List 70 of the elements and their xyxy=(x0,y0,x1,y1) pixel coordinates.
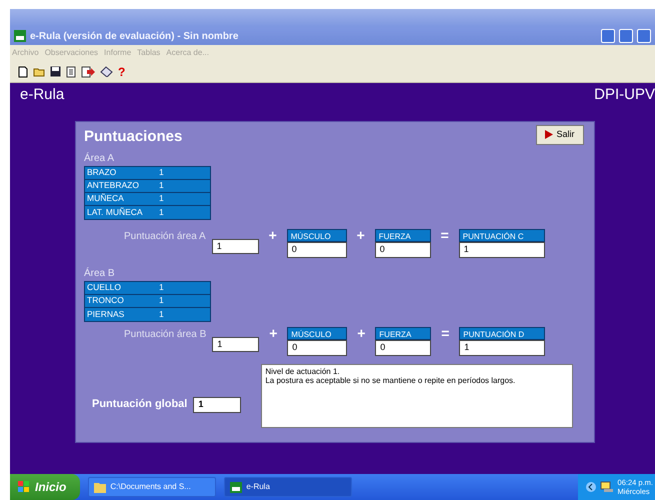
row-value: 1 xyxy=(159,179,164,192)
row-name: TRONCO xyxy=(87,294,125,307)
row-name: LAT. MUÑECA xyxy=(87,206,144,218)
taskbar-button[interactable]: e-Rula xyxy=(224,477,352,497)
field-header: FUERZA xyxy=(375,326,432,340)
row-value: 1 xyxy=(159,192,164,205)
start-button[interactable]: Inicio xyxy=(10,474,80,500)
value-field: 0 xyxy=(287,340,348,356)
menu-item[interactable]: Acerca de... xyxy=(166,47,209,59)
menu-item[interactable]: Tablas xyxy=(137,47,160,59)
area-label: Área B xyxy=(84,266,116,280)
open-folder-icon[interactable] xyxy=(33,66,45,76)
network-icon[interactable] xyxy=(600,481,614,493)
value-field: 0 xyxy=(375,340,432,356)
row-name: MUÑECA xyxy=(87,192,125,205)
menu-item[interactable]: Informe xyxy=(104,47,132,59)
message-line: La postura es aceptable si no se mantiene o repite en períodos largos. xyxy=(265,376,516,386)
score-field: 1 xyxy=(212,336,260,352)
field-header: PUNTUACIÓN C xyxy=(458,228,545,242)
operator: + xyxy=(268,324,278,342)
taskbar-button[interactable]: C:\Documents and S... xyxy=(88,477,216,497)
operator: + xyxy=(356,226,366,244)
field-header: PUNTUACIÓN D xyxy=(459,326,546,340)
global-score-field: 1 xyxy=(193,396,242,412)
score-label: Puntuación área A xyxy=(124,230,206,244)
app-name: e-Rula xyxy=(20,85,64,105)
row-value: 1 xyxy=(159,166,164,179)
row-value: 1 xyxy=(159,281,164,294)
minimize-button[interactable] xyxy=(601,29,615,43)
new-document-icon[interactable] xyxy=(18,66,28,78)
operator: + xyxy=(268,226,278,244)
row-value: 1 xyxy=(159,206,164,218)
organization-name: DPI-UPV xyxy=(594,85,655,105)
windows-logo-icon xyxy=(18,481,30,493)
global-score-label: Puntuación global xyxy=(92,397,188,412)
area-label: Área A xyxy=(84,151,116,166)
menu-item[interactable]: Archivo xyxy=(12,47,39,59)
field-header: MÚSCULO xyxy=(287,326,348,340)
play-icon xyxy=(545,130,554,139)
close-button[interactable] xyxy=(637,29,651,43)
value-field: 0 xyxy=(286,242,347,258)
operator: = xyxy=(440,324,450,342)
exit-button[interactable]: Salir xyxy=(536,124,584,144)
row-name: PIERNAS xyxy=(87,308,126,320)
operator: + xyxy=(356,324,366,342)
value-field: 0 xyxy=(374,242,431,258)
value-field: 1 xyxy=(459,340,546,356)
report-icon[interactable] xyxy=(66,66,76,78)
row-value: 1 xyxy=(159,294,164,307)
row-name: CUELLO xyxy=(87,281,122,294)
field-header: MÚSCULO xyxy=(286,228,347,242)
folder-icon xyxy=(94,482,106,492)
score-label: Puntuación área B xyxy=(124,328,206,342)
app-icon xyxy=(14,30,26,42)
operator: = xyxy=(440,226,450,244)
window-title: e-Rula (versión de evaluación) - Sin nombre xyxy=(30,30,238,44)
row-value: 1 xyxy=(159,308,164,320)
score-field: 1 xyxy=(212,238,259,254)
message-line: Nivel de actuación 1. xyxy=(265,366,341,376)
export-icon[interactable] xyxy=(81,66,95,78)
help-icon[interactable]: ? xyxy=(118,66,126,78)
panel-title: Puntuaciones xyxy=(84,126,182,146)
field-header: FUERZA xyxy=(374,228,431,242)
menu-item[interactable]: Observaciones xyxy=(44,47,98,59)
value-field: 1 xyxy=(458,242,545,258)
row-name: ANTEBRAZO xyxy=(87,179,140,192)
save-icon[interactable] xyxy=(50,66,61,77)
row-name: BRAZO xyxy=(87,166,118,179)
restore-button[interactable] xyxy=(619,29,633,43)
app-icon xyxy=(230,482,242,492)
